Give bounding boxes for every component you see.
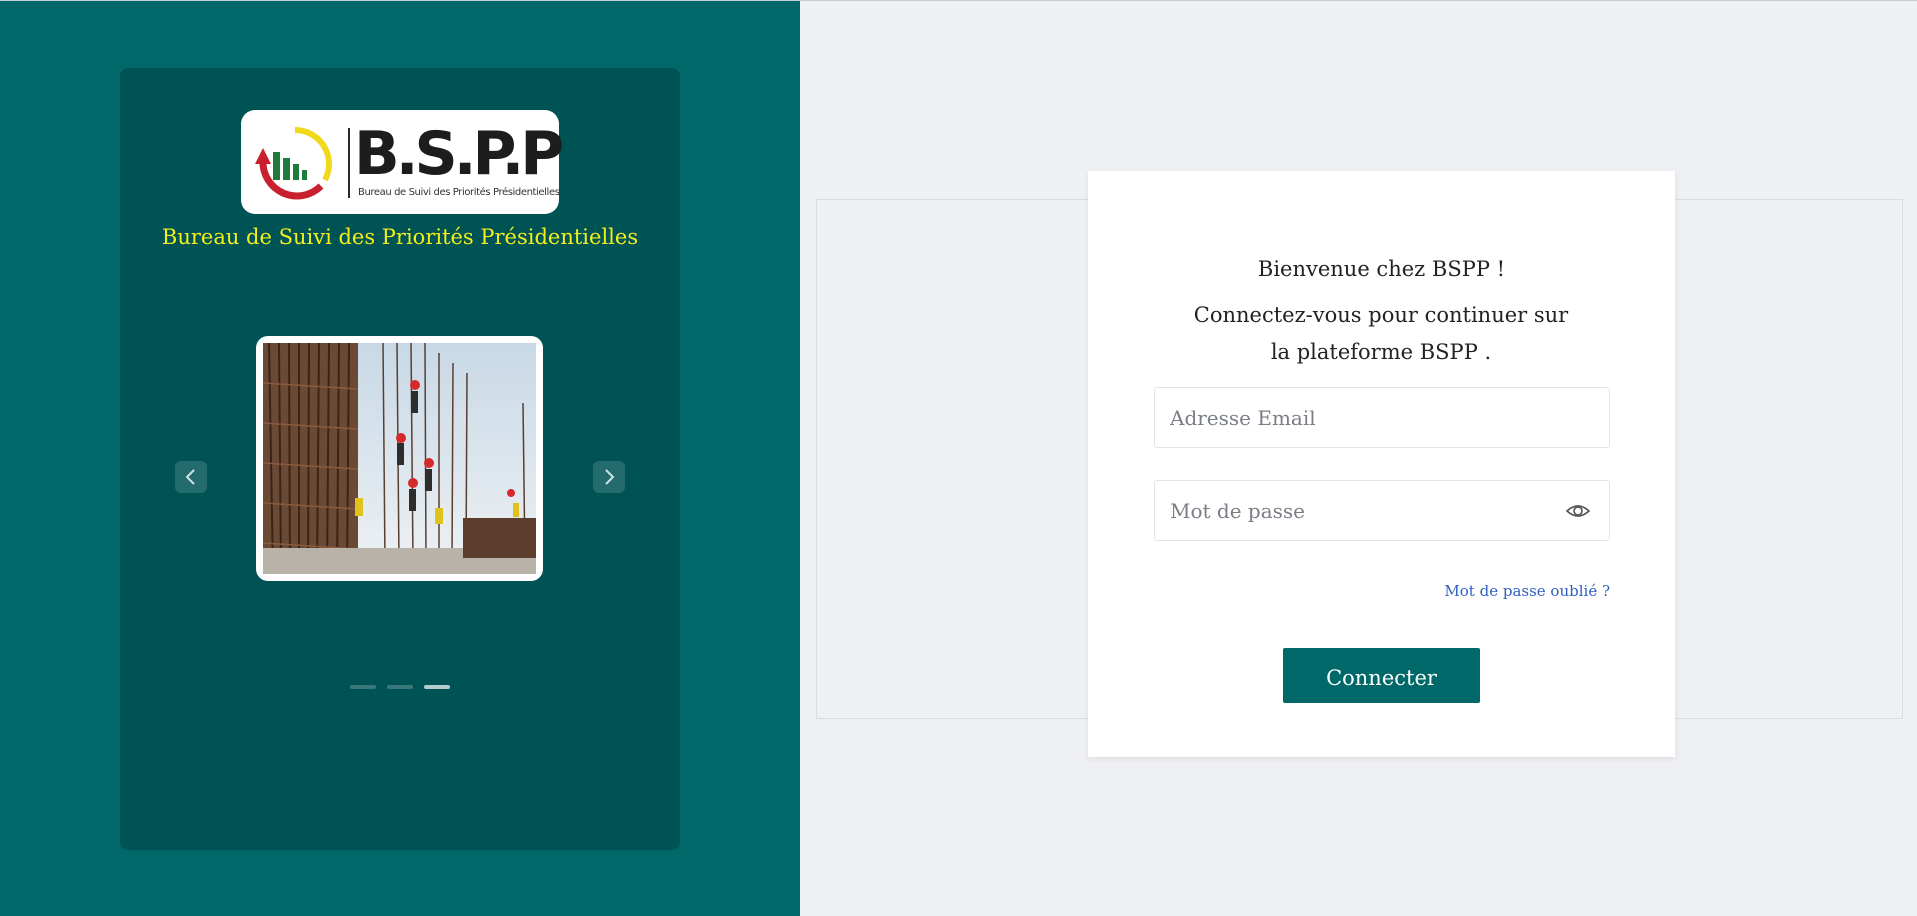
carousel-indicator-1[interactable] (350, 685, 376, 689)
brand-panel: B.S.P.P Bureau de Suivi des Priorités Pr… (0, 1, 800, 916)
email-field-wrapper (1154, 387, 1610, 448)
password-field-wrapper (1154, 480, 1610, 541)
password-input[interactable] (1155, 481, 1550, 540)
login-area: Bienvenue chez BSPP ! Connectez-vous pou… (800, 1, 1917, 916)
logo-subtitle: Bureau de Suivi des Priorités Présidenti… (358, 187, 560, 198)
login-subtitle: Connectez-vous pour continuer sur la pla… (1193, 303, 1569, 364)
carousel-next-button[interactable] (593, 461, 625, 493)
logo-divider (348, 128, 350, 198)
welcome-heading: Bienvenue chez BSPP ! (1257, 257, 1506, 281)
bspp-logo-mark-icon (255, 127, 332, 200)
forgot-password-link[interactable]: Mot de passe oublié ? (1444, 582, 1610, 600)
eye-icon[interactable] (1565, 500, 1591, 522)
carousel-slide (256, 336, 543, 581)
carousel-prev-button[interactable] (175, 461, 207, 493)
connect-button[interactable]: Connecter (1283, 648, 1480, 703)
logo-wordmark: B.S.P.P (354, 119, 564, 189)
login-card: Bienvenue chez BSPP ! Connectez-vous pou… (1088, 171, 1675, 757)
construction-site-image (263, 343, 536, 574)
chevron-left-icon (185, 469, 195, 485)
organization-title: Bureau de Suivi des Priorités Présidenti… (161, 225, 639, 249)
bspp-logo: B.S.P.P Bureau de Suivi des Priorités Pr… (241, 110, 564, 214)
carousel-indicator-3[interactable] (424, 685, 450, 689)
brand-card: B.S.P.P Bureau de Suivi des Priorités Pr… (120, 68, 680, 850)
chevron-right-icon (605, 469, 615, 485)
email-input[interactable] (1155, 388, 1550, 447)
carousel-indicator-2[interactable] (387, 685, 413, 689)
